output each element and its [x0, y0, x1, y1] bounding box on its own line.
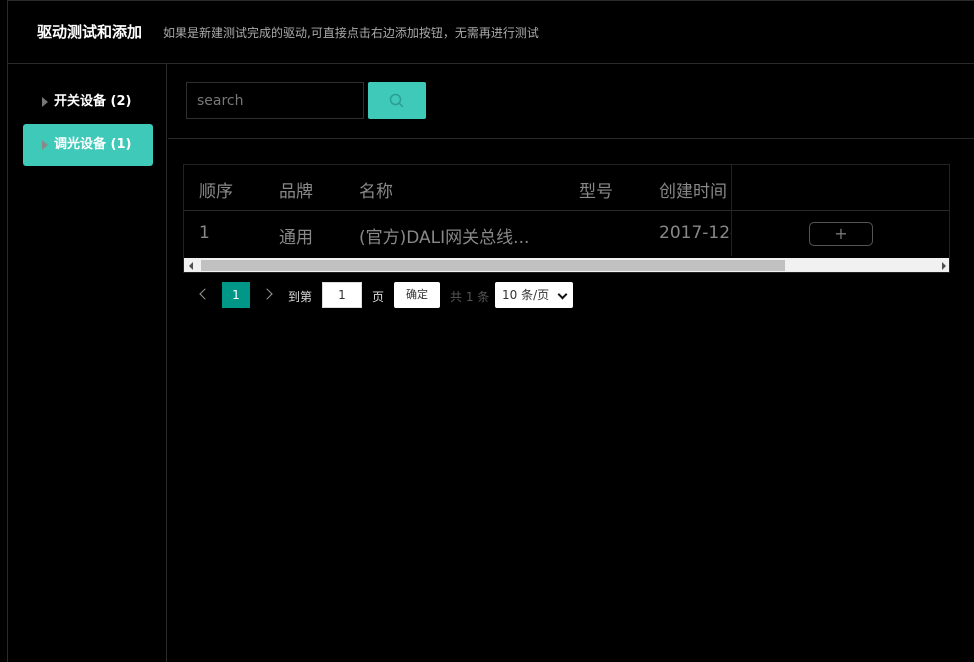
search-input[interactable]	[186, 82, 364, 119]
fixed-action-column: +	[731, 165, 949, 256]
cell-created: 2017-12-2	[659, 223, 739, 243]
cell-name: (官方)DALI网关总线...	[359, 228, 530, 248]
page-title: 驱动测试和添加	[37, 23, 143, 41]
goto-label: 到第	[288, 290, 313, 304]
column-header-model: 型号	[579, 182, 613, 202]
total-count: 共 1 条	[450, 290, 490, 304]
page-subtitle: 如果是新建测试完成的驱动,可直接点击右边添加按钮，无需再进行测试	[163, 26, 539, 40]
column-header-order: 顺序	[199, 182, 233, 202]
column-header-created: 创建时间	[659, 182, 727, 202]
goto-page-input[interactable]	[322, 282, 362, 308]
sidebar-item-dimming-devices[interactable]: 调光设备 (1)	[23, 124, 153, 166]
page-size-value: 10 条/页	[502, 288, 550, 302]
toolbar-divider	[168, 138, 974, 139]
column-header-brand: 品牌	[279, 182, 313, 202]
column-header-name: 名称	[359, 182, 393, 202]
page-button-current[interactable]: 1	[222, 282, 250, 308]
divider	[732, 210, 949, 211]
sidebar-item-label: 调光设备 (1)	[54, 137, 132, 152]
page-unit-label: 页	[372, 290, 385, 304]
chevron-down-icon	[557, 289, 568, 300]
caret-right-icon	[42, 97, 48, 107]
scroll-left-icon[interactable]	[189, 262, 193, 270]
caret-right-icon	[42, 140, 48, 150]
sidebar-item-switch-devices[interactable]: 开关设备 (2)	[23, 81, 153, 123]
sidebar: 开关设备 (2) 调光设备 (1)	[8, 64, 167, 662]
page-header: 驱动测试和添加 如果是新建测试完成的驱动,可直接点击右边添加按钮，无需再进行测试	[7, 0, 974, 64]
sidebar-item-label: 开关设备 (2)	[54, 94, 132, 109]
cell-brand: 通用	[279, 228, 313, 248]
scrollbar-thumb[interactable]	[201, 260, 785, 271]
cell-order: 1	[199, 223, 210, 243]
add-button[interactable]: +	[809, 222, 873, 246]
goto-confirm-button[interactable]: 确定	[394, 282, 440, 308]
driver-table: 顺序 品牌 名称 型号 创建时间 1 通用 (官方)DALI网关总线... 20…	[183, 164, 950, 273]
page-size-select[interactable]: 10 条/页	[495, 282, 573, 308]
scroll-right-icon[interactable]	[942, 262, 946, 270]
horizontal-scrollbar[interactable]	[184, 258, 949, 272]
search-icon	[389, 93, 404, 108]
search-button[interactable]	[368, 82, 426, 119]
